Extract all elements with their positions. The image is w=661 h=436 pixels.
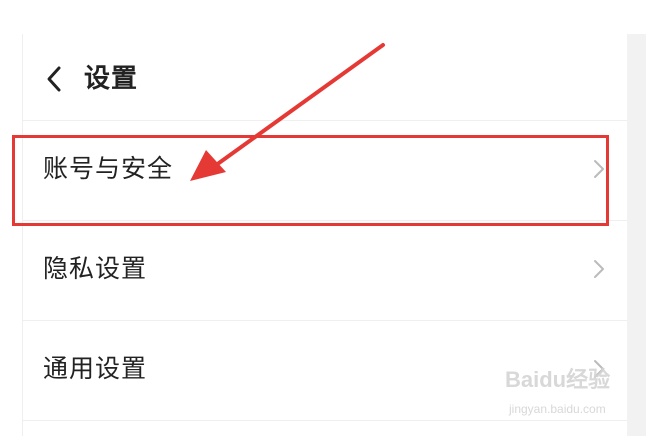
back-button[interactable] (43, 64, 67, 94)
chevron-left-icon (47, 66, 61, 92)
watermark-url: jingyan.baidu.com (509, 402, 606, 416)
page-title: 设置 (84, 64, 139, 94)
baidu-watermark: Baidu经验 jingyan.baidu.com (505, 362, 635, 422)
highlight-box (12, 135, 609, 226)
chevron-right-icon (594, 260, 604, 278)
settings-item-privacy[interactable]: 隐私设置 (23, 220, 627, 320)
settings-item-label: 隐私设置 (43, 254, 148, 283)
page-header: 设置 (23, 34, 627, 120)
watermark-text: Baidu经验 (505, 367, 611, 392)
settings-item-label: 通用设置 (43, 354, 148, 383)
